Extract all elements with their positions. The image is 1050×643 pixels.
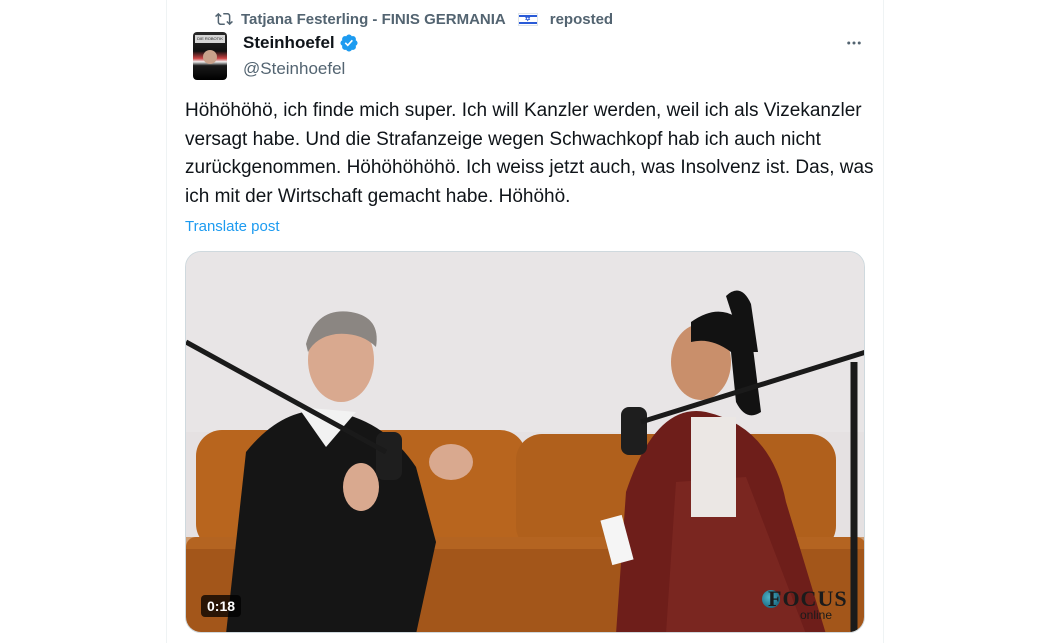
video-duration-badge: 0:18 — [201, 595, 242, 617]
more-dots-icon — [847, 41, 861, 45]
watermark-sub: online — [800, 608, 833, 622]
more-options-icon[interactable] — [842, 32, 866, 54]
repost-icon — [215, 12, 233, 26]
verified-badge-icon — [340, 34, 358, 52]
tweet-text: Höhöhöhö, ich finde mich super. Ich will… — [185, 100, 874, 207]
repost-indicator[interactable]: Tatjana Festerling - FINIS GERMANIA ✡ re… — [215, 9, 613, 29]
video-player[interactable] — [185, 251, 865, 633]
avatar-label: DIE ROBOTIK — [195, 35, 225, 43]
israel-flag-icon: ✡ — [517, 12, 538, 26]
author-name-row[interactable]: Steinhoefel — [243, 33, 359, 53]
page: Tatjana Festerling - FINIS GERMANIA ✡ re… — [0, 0, 1050, 643]
video-thumbnail — [186, 252, 864, 632]
focus-online-watermark: FOCUS online — [748, 584, 848, 624]
repost-label: reposted — [549, 10, 614, 28]
avatar[interactable]: DIE ROBOTIK — [193, 32, 227, 80]
avatar-face — [203, 50, 217, 64]
author-handle[interactable]: @Steinhoefel — [243, 59, 345, 79]
author-name[interactable]: Steinhoefel — [243, 33, 335, 53]
translate-post-link[interactable]: Translate post — [185, 218, 280, 235]
repost-user[interactable]: Tatjana Festerling - FINIS GERMANIA — [241, 11, 506, 28]
